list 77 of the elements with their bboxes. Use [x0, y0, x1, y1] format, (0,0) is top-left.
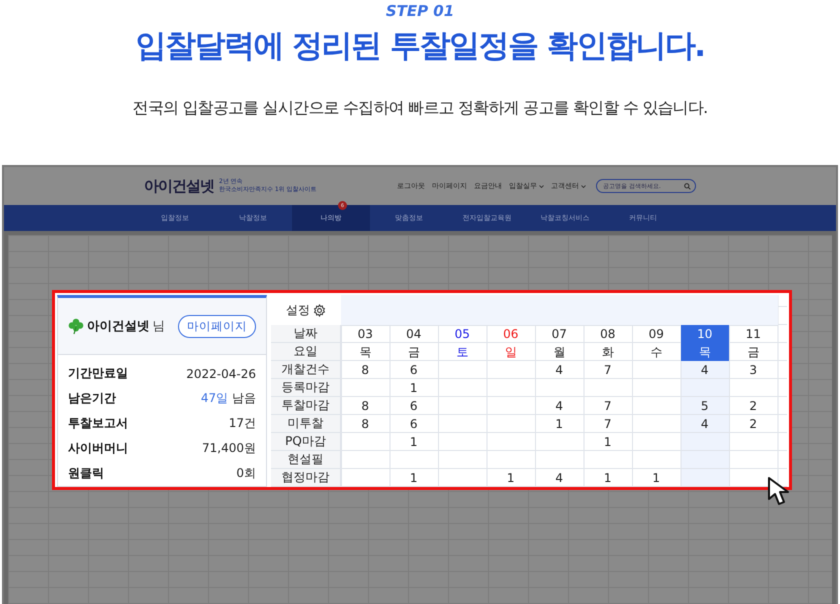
info-value: 47일: [200, 391, 228, 405]
table-cell-text: 7: [602, 398, 613, 415]
table-cell-text: 1: [651, 470, 662, 487]
table-cell-text: 4: [700, 362, 710, 379]
table-cell-text: 7: [602, 362, 613, 379]
table-cell-text: 8: [360, 398, 370, 415]
table-cell-text: 2: [748, 416, 758, 433]
weekday-cell-text: 금: [746, 344, 760, 360]
subtitle: 전국의 입찰공고를 실시간으로 수집하여 빠르고 정확하게 공고를 확인할 수 있습니다.: [132, 98, 708, 119]
weekday-cell-text: 금: [406, 344, 421, 360]
table-cell-text: 7: [602, 416, 613, 433]
settings-icon[interactable]: [313, 304, 326, 316]
row-header: 날짜: [271, 325, 341, 343]
table-cell-text: 6: [408, 416, 419, 433]
table-cell-text: 4: [554, 398, 564, 415]
date-cell[interactable]: 03: [341, 325, 390, 343]
search-icon[interactable]: [684, 182, 691, 190]
row-header: 등록마감: [271, 379, 341, 397]
table-cell-text: 4: [700, 416, 710, 433]
table-cell-text: 4: [554, 470, 564, 487]
info-value: 2022-04-26: [186, 366, 256, 380]
date-cell[interactable]: 04: [390, 325, 438, 343]
table-cell-text: 1: [602, 434, 613, 451]
user-name: 아이건설넷: [87, 318, 150, 334]
weekday-cell-text: 월: [552, 344, 566, 360]
caret-icon: [539, 184, 544, 188]
table-cell-text: 8: [360, 416, 370, 433]
row-header: 미투찰: [271, 415, 341, 433]
date-cell[interactable]: 07: [535, 325, 584, 343]
row-header: 현설필: [271, 451, 341, 469]
mypage-button[interactable]: 마이페이지: [178, 314, 256, 338]
info-label: 사이버머니: [68, 440, 128, 457]
step-label: STEP 01: [386, 2, 454, 20]
date-cell[interactable]: 10: [680, 325, 729, 343]
weekday-cell-text: 수: [649, 344, 664, 360]
row-header: 요일: [271, 343, 341, 361]
weekday-cell-text: 일: [504, 344, 518, 360]
info-label: 원클릭: [68, 465, 104, 482]
info-value: 17건: [228, 415, 256, 432]
weekday-cell: 목: [680, 343, 729, 361]
table-cell-text: 1: [408, 380, 419, 397]
info-value: 남음: [232, 391, 256, 405]
site-logo[interactable]: 아이건설넷: [144, 176, 214, 196]
date-cell[interactable]: 05: [438, 325, 486, 343]
row-header: 투찰마감: [271, 397, 341, 415]
table-cell-text: 6: [408, 362, 419, 379]
caret-icon: [581, 184, 586, 188]
headline: 입찰달력에 정리된 투찰일정을 확인합니다.: [135, 27, 705, 66]
date-cell[interactable]: 06: [486, 325, 535, 343]
row-header: PQ마감: [271, 433, 341, 451]
table-cell-text: 1: [408, 434, 419, 451]
table-cell-text: 5: [700, 398, 710, 415]
info-label: 투찰보고서: [68, 415, 128, 432]
info-value: 71,400원: [202, 440, 256, 457]
honorific: 님: [152, 318, 166, 334]
info-value: 0회: [236, 465, 256, 482]
clover-icon: [68, 318, 84, 334]
table-cell-text: 8: [360, 362, 370, 379]
table-cell-text: 1: [554, 416, 564, 433]
table-cell-text: 2: [748, 398, 758, 415]
date-cell[interactable]: 08: [584, 325, 632, 343]
info-label: 기간만료일: [68, 365, 128, 382]
info-label: 남은기간: [68, 390, 116, 407]
table-cell-text: 4: [554, 362, 564, 379]
weekday-cell-text: 화: [600, 344, 615, 360]
date-cell[interactable]: 09: [632, 325, 680, 343]
table-cell-text: 1: [602, 470, 613, 487]
table-cell-text: 1: [506, 470, 516, 487]
weekday-cell-text: 토: [455, 344, 470, 360]
table-cell-text: 1: [408, 470, 419, 487]
weekday-cell-text: 목: [358, 344, 372, 360]
table-cell-text: 3: [748, 362, 758, 379]
date-cell[interactable]: 11: [729, 325, 778, 343]
settings-button[interactable]: 설정: [271, 295, 341, 325]
table-cell-text: 6: [408, 398, 419, 415]
row-header: 개찰건수: [271, 361, 341, 379]
row-header: 협정마감: [271, 469, 341, 487]
